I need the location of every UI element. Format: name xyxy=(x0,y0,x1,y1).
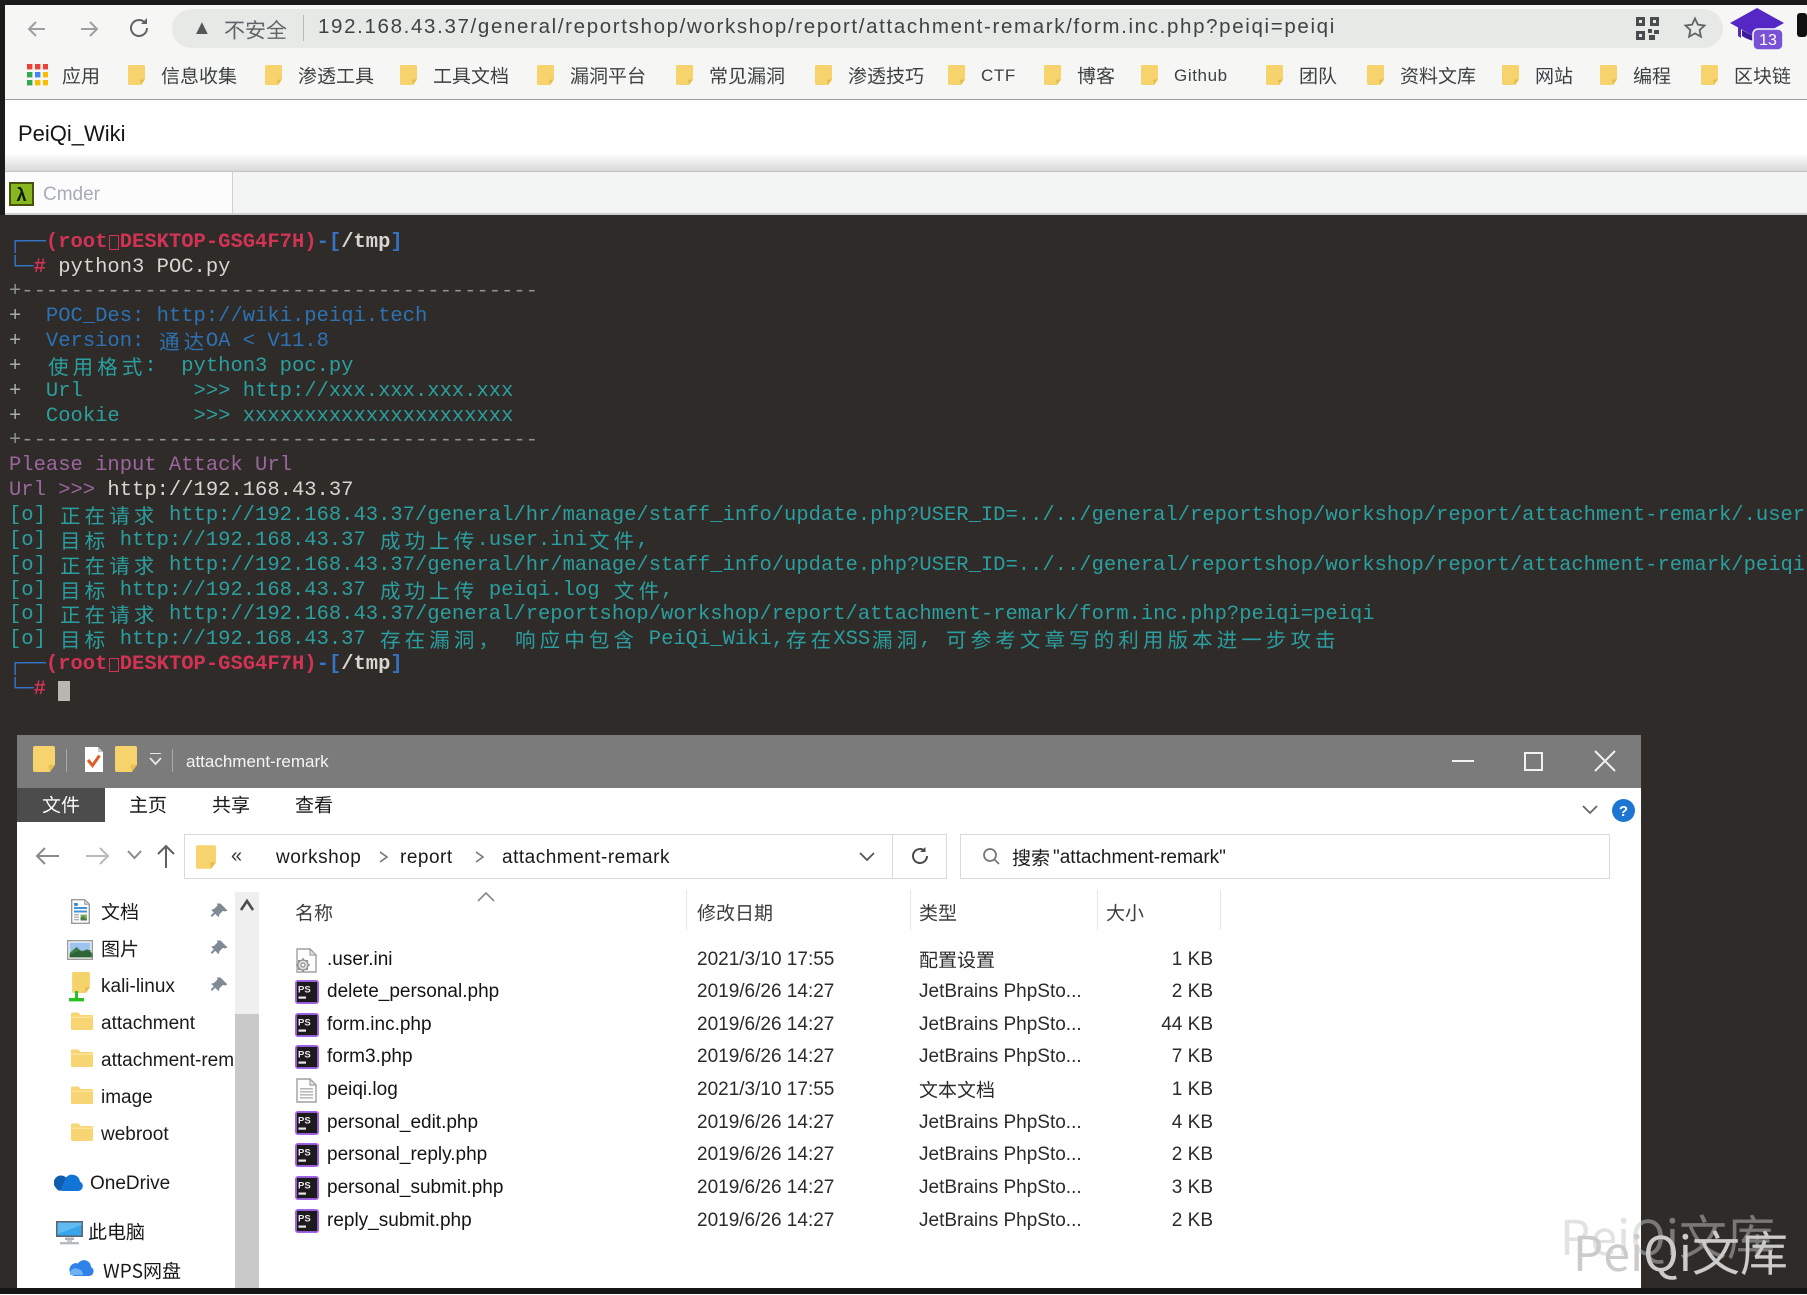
svg-text:PS: PS xyxy=(298,1213,311,1224)
svg-text:λ: λ xyxy=(16,185,26,205)
svg-text:PS: PS xyxy=(298,985,311,996)
svg-text:PS: PS xyxy=(298,1148,311,1159)
svg-text:PS: PS xyxy=(298,1115,311,1126)
svg-text:PS: PS xyxy=(298,1181,311,1192)
svg-text:?: ? xyxy=(1619,803,1628,820)
svg-text:13: 13 xyxy=(1759,32,1777,49)
svg-text:PS: PS xyxy=(298,1050,311,1061)
svg-text:PS: PS xyxy=(298,1017,311,1028)
